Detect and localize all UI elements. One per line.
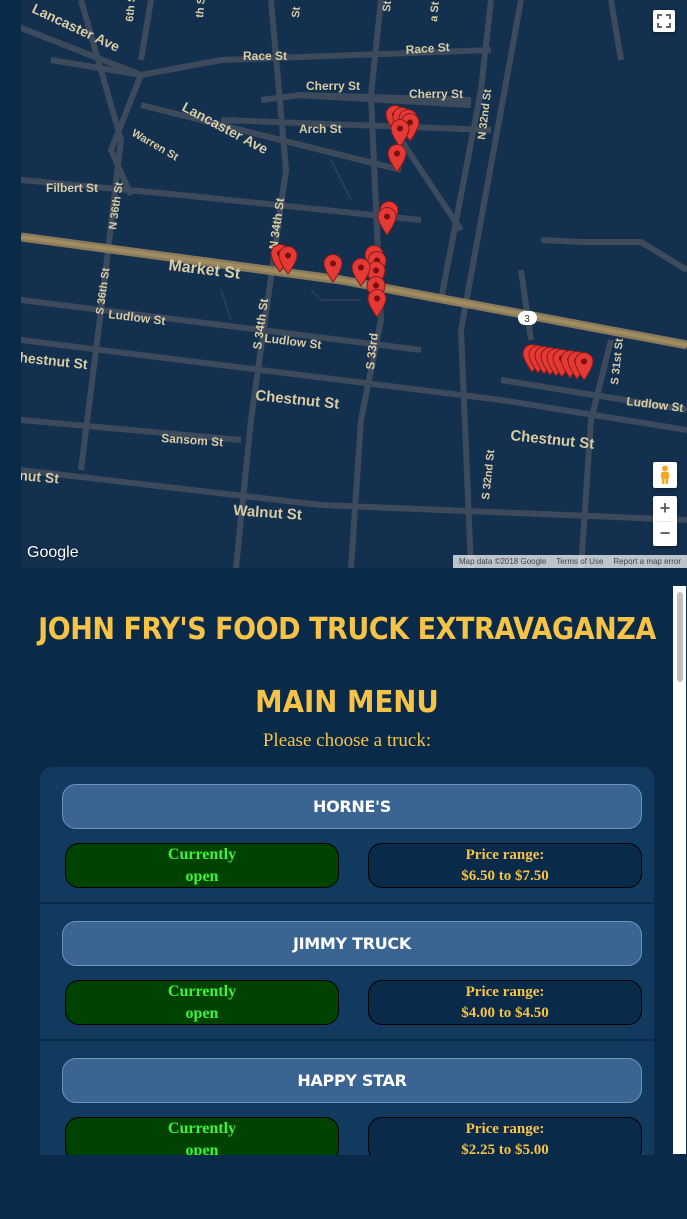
google-logo: Google [27,544,79,561]
price-label: Price range: [465,983,545,1000]
status-line: Currently [167,982,237,1000]
street-label: Arch St [299,122,342,136]
street-label: S 33rd [363,332,381,370]
truck-list: HORNE'S Currently open Price range: $6.5… [40,767,654,1155]
status-badge: Currently open [65,1117,339,1155]
truck-name-button[interactable]: HORNE'S [62,784,642,829]
zoom-out-button[interactable]: − [653,521,677,546]
street-label: Cherry St [409,87,463,101]
map-pin-icon[interactable] [386,143,408,173]
street-label: Warren St [130,127,181,163]
zoom-control: + − [653,496,677,546]
street-label: Sansom St [161,431,224,449]
status-value: open [185,867,219,885]
street-label: th St [194,0,208,18]
status-line: Currently [167,845,237,863]
price-value: $6.50 to $7.50 [461,867,549,884]
street-label: 6th St [124,0,139,22]
price-value: $2.25 to $5.00 [461,1141,549,1156]
site-title: JOHN FRY'S FOOD TRUCK EXTRAVAGANZA [38,612,656,647]
truck-card: JIMMY TRUCK Currently open Price range: … [40,904,654,1041]
price-value: $4.00 to $4.50 [461,1004,549,1021]
price-badge: Price range: $2.25 to $5.00 [368,1117,642,1155]
price-label: Price range: [465,1120,545,1137]
map-view[interactable]: Lancaster Ave Lancaster Ave Race St Race… [21,0,687,568]
status-badge: Currently open [65,980,339,1025]
map-pin-icon[interactable] [366,288,388,318]
pegman-icon [661,465,669,484]
map-pin-icon[interactable] [376,206,398,236]
price-badge: Price range: $6.50 to $7.50 [368,843,642,888]
map-pin-icon[interactable] [277,245,299,275]
status-value: open [185,1004,219,1022]
street-label: Chestnut St [255,387,340,413]
street-label: Ludlow St [626,394,685,415]
street-label: Filbert St [46,181,98,195]
street-label: Ludlow St [108,307,167,328]
street-label: nut St [21,467,60,486]
fullscreen-icon [657,14,671,28]
street-view-button[interactable] [653,462,677,488]
street-label: Chestnut St [510,427,595,453]
street-label: Cherry St [306,79,360,93]
status-line: Currently [167,1119,237,1137]
street-label: a St [428,1,442,22]
map-data-label: Map data ©2018 Google [458,557,547,566]
status-value: open [185,1141,219,1156]
zoom-in-button[interactable]: + [653,496,677,521]
status-badge: Currently open [65,843,339,888]
street-label: Lancaster Ave [180,99,271,158]
truck-name-button[interactable]: JIMMY TRUCK [62,921,642,966]
route-badge-label: 3 [524,314,530,325]
scrollbar-thumb[interactable] [677,592,683,682]
map-pin-icon[interactable] [322,253,344,283]
menu-subheading: Please choose a truck: [262,730,432,751]
street-label: St [290,6,303,18]
price-badge: Price range: $4.00 to $4.50 [368,980,642,1025]
truck-card: HAPPY STAR Currently open Price range: $… [40,1041,654,1155]
street-label: Race St [243,49,287,63]
map-pin-icon[interactable] [573,351,595,381]
map-attribution: Map data ©2018 Google Terms of Use Repor… [452,555,687,568]
street-label: St [381,0,394,12]
fullscreen-button[interactable] [653,10,675,32]
price-label: Price range: [465,846,545,863]
street-label: hestnut St [21,349,89,372]
menu-heading: MAIN MENU [255,685,439,720]
truck-card: HORNE'S Currently open Price range: $6.5… [40,767,654,904]
left-margin [0,0,21,568]
truck-name-button[interactable]: HAPPY STAR [62,1058,642,1103]
terms-link[interactable]: Terms of Use [556,557,603,566]
street-label: S 32nd St [480,449,497,500]
report-error-link[interactable]: Report a map error [613,557,681,566]
